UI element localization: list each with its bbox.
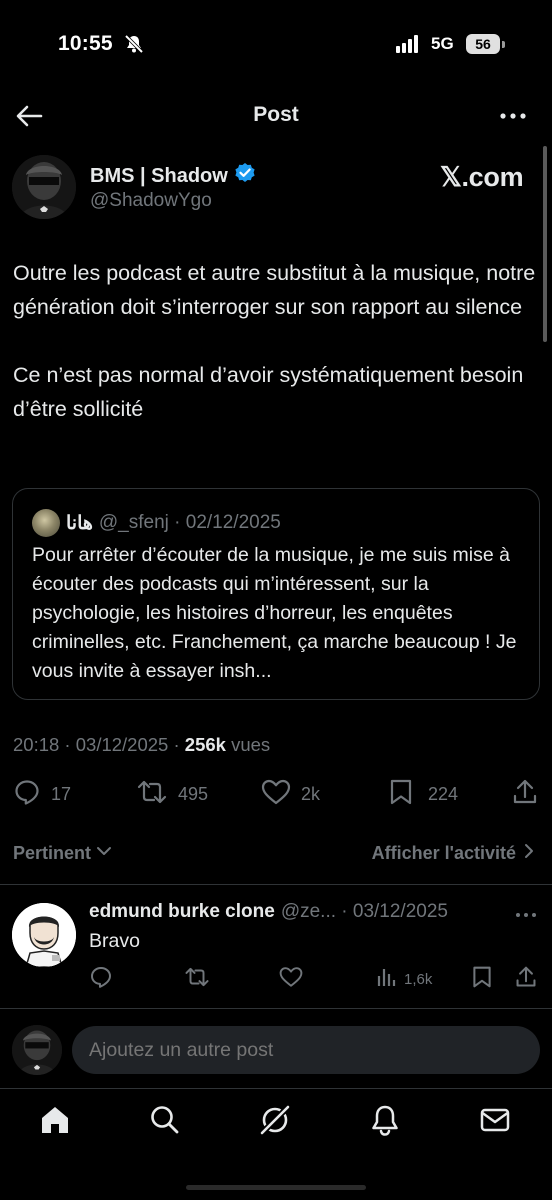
home-indicator [186, 1185, 366, 1190]
author-avatar[interactable] [12, 155, 76, 219]
reply-views-button[interactable]: 1,6k [376, 966, 432, 992]
reply-more-icon[interactable] [512, 905, 540, 925]
chevron-down-icon [95, 842, 113, 865]
bookmark-icon [471, 965, 493, 993]
quote-text: Pour arrêter d’écouter de la musique, je… [32, 544, 517, 682]
post-body: Outre les podcast et autre substitut à l… [13, 256, 538, 426]
post-meta: 20:18 · 03/12/2025 · 256k vues [13, 734, 270, 756]
reply-count: 17 [51, 783, 72, 804]
quote-handle-date: @_sfenj · 02/12/2025 [98, 512, 281, 533]
chevron-right-icon [522, 842, 536, 865]
bookmark-button[interactable]: 224 [388, 776, 458, 812]
author-handle[interactable]: @ShadowYgo [90, 190, 212, 212]
quote-author-name: هانا [66, 512, 93, 534]
notifications-icon[interactable] [368, 1103, 402, 1137]
bookmark-icon [388, 778, 414, 811]
view-activity-label: Afficher l'activité [371, 843, 516, 863]
reply-share-button[interactable] [515, 966, 537, 992]
reply-actions: 1,6k [0, 966, 552, 994]
reply-bookmark-button[interactable] [471, 966, 493, 992]
battery-icon: 56 [466, 34, 500, 54]
post-paragraph-2: Ce n’est pas normal d’avoir systématique… [13, 363, 524, 421]
home-icon[interactable] [38, 1103, 72, 1137]
reply-icon [13, 778, 41, 811]
x-watermark: 𝕏.com [440, 162, 524, 192]
search-icon[interactable] [148, 1103, 182, 1137]
reply-meta: @ze... · 03/12/2025 [280, 901, 448, 922]
like-icon [261, 778, 291, 811]
reply-text: Bravo [89, 930, 140, 952]
compose-reply-input[interactable] [72, 1026, 540, 1074]
grok-icon[interactable] [258, 1103, 292, 1137]
bell-slash-icon [124, 34, 144, 59]
bottom-nav [0, 1088, 552, 1200]
views-label: vues [225, 734, 271, 755]
repost-icon [136, 778, 168, 811]
reply-like-button[interactable] [279, 966, 303, 992]
divider [0, 884, 552, 885]
reply-reply-button[interactable] [89, 966, 113, 992]
share-icon [512, 778, 538, 811]
reply-author-name[interactable]: edmund burke clone [89, 901, 275, 923]
post-paragraph-1: Outre les podcast et autre substitut à l… [13, 261, 536, 319]
top-bar: Post [0, 90, 552, 142]
repost-count: 495 [178, 783, 209, 804]
quoted-post[interactable]: هانا @_sfenj · 02/12/2025 Pour arrêter d… [12, 488, 540, 700]
repost-icon [184, 965, 210, 993]
share-button[interactable] [512, 776, 538, 812]
quote-header: هانا @_sfenj · 02/12/2025 [32, 509, 281, 537]
reply-icon [89, 965, 113, 993]
like-icon [279, 965, 303, 993]
author-name-text: BMS | Shadow [90, 164, 228, 187]
views-count: 256k [184, 734, 226, 755]
verified-icon [234, 162, 256, 190]
like-count: 2k [301, 783, 321, 804]
reply-views-count: 1,6k [404, 970, 433, 988]
sort-dropdown[interactable]: Pertinent [13, 842, 113, 865]
messages-icon[interactable] [478, 1103, 512, 1137]
network-label: 5G [431, 34, 454, 53]
post-timestamp: 20:18 · 03/12/2025 · [13, 734, 185, 755]
battery-tip [502, 41, 505, 48]
page-title: Post [253, 103, 299, 126]
status-time: 10:55 [58, 32, 113, 55]
sort-label: Pertinent [13, 843, 92, 863]
reply-avatar[interactable] [12, 903, 76, 967]
divider [0, 1008, 552, 1009]
reply-button[interactable]: 17 [13, 776, 71, 812]
quote-avatar [32, 509, 60, 537]
scroll-indicator[interactable] [543, 146, 547, 342]
reply-header: edmund burke clone @ze... · 03/12/2025 [89, 901, 448, 923]
author-name[interactable]: BMS | Shadow [90, 162, 256, 190]
share-icon [515, 965, 537, 993]
reply-repost-button[interactable] [184, 966, 210, 992]
like-button[interactable]: 2k [261, 776, 320, 812]
status-bar: 10:55 5G 56 [0, 0, 552, 90]
compose-avatar [12, 1025, 62, 1075]
repost-button[interactable]: 495 [136, 776, 208, 812]
reply-filter-row: Pertinent Afficher l'activité [0, 838, 552, 868]
more-icon[interactable] [498, 102, 528, 130]
signal-icon [396, 35, 418, 53]
post-actions: 17 495 2k 224 [0, 776, 552, 814]
views-icon [376, 966, 398, 992]
view-activity-link[interactable]: Afficher l'activité [372, 842, 536, 865]
bookmark-count: 224 [428, 783, 459, 804]
